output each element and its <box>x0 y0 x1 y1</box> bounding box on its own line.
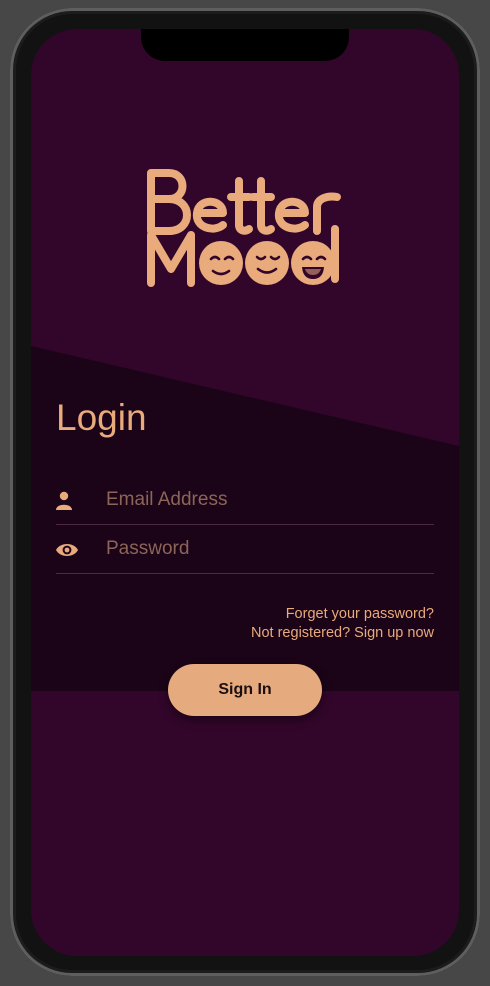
better-mood-logo <box>147 169 341 287</box>
sign-in-button[interactable]: Sign In <box>168 664 322 716</box>
person-icon <box>56 491 72 510</box>
email-input[interactable] <box>106 477 426 523</box>
forgot-password-link[interactable]: Forget your password? <box>286 606 434 622</box>
device-notch <box>141 29 349 61</box>
app-screen: Login Forget your password? Not register… <box>31 29 459 956</box>
eye-icon[interactable] <box>56 540 78 560</box>
password-field <box>56 526 434 574</box>
sign-up-link[interactable]: Not registered? Sign up now <box>251 625 434 641</box>
email-field <box>56 477 434 525</box>
login-title: Login <box>56 397 147 438</box>
password-input[interactable] <box>106 526 426 572</box>
